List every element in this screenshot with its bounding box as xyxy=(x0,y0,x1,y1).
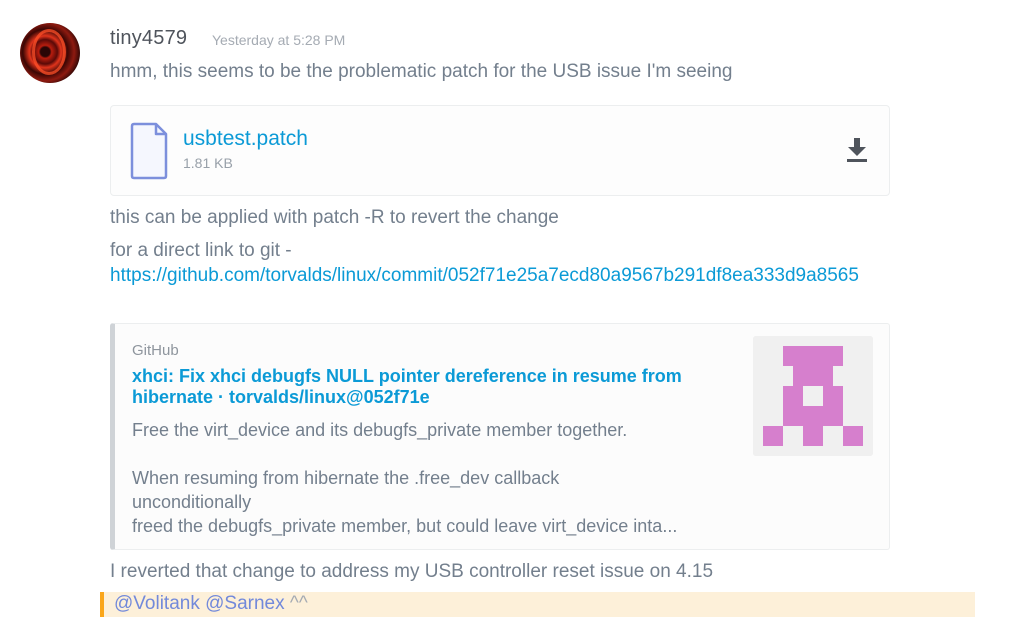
avatar-image xyxy=(32,29,66,75)
mention-volitank[interactable]: @Volitank xyxy=(114,593,200,614)
mention-sarnex[interactable]: @Sarnex xyxy=(205,593,285,614)
embed-title-link[interactable]: xhci: Fix xhci debugfs NULL pointer dere… xyxy=(132,366,732,408)
username[interactable]: tiny4579 xyxy=(110,27,187,50)
embed-description: Free the virt_device and its debugfs_pri… xyxy=(132,420,678,536)
file-attachment: usbtest.patch 1.81 KB xyxy=(110,105,890,196)
embed-thumbnail[interactable] xyxy=(753,336,873,456)
file-icon xyxy=(130,122,168,180)
message-line-1: hmm, this seems to be the problematic pa… xyxy=(110,61,733,82)
mention-suffix: ^^ xyxy=(284,593,308,614)
message-line-2: this can be applied with patch -R to rev… xyxy=(110,207,559,228)
download-icon[interactable] xyxy=(845,136,869,164)
embed-provider: GitHub xyxy=(132,342,179,359)
timestamp: Yesterday at 5:28 PM xyxy=(212,32,346,48)
message-line-3: for a direct link to git - xyxy=(110,240,292,261)
avatar[interactable] xyxy=(20,23,80,83)
mention-highlight: @Volitank @Sarnex ^^ xyxy=(100,592,975,617)
github-commit-link[interactable]: https://github.com/torvalds/linux/commit… xyxy=(110,263,980,288)
message-line-4: I reverted that change to address my USB… xyxy=(110,561,714,582)
attachment-size: 1.81 KB xyxy=(183,155,233,171)
link-embed: GitHub xhci: Fix xhci debugfs NULL point… xyxy=(110,323,890,550)
attachment-filename-link[interactable]: usbtest.patch xyxy=(183,127,308,151)
mention-line: @Volitank @Sarnex ^^ xyxy=(114,593,308,615)
